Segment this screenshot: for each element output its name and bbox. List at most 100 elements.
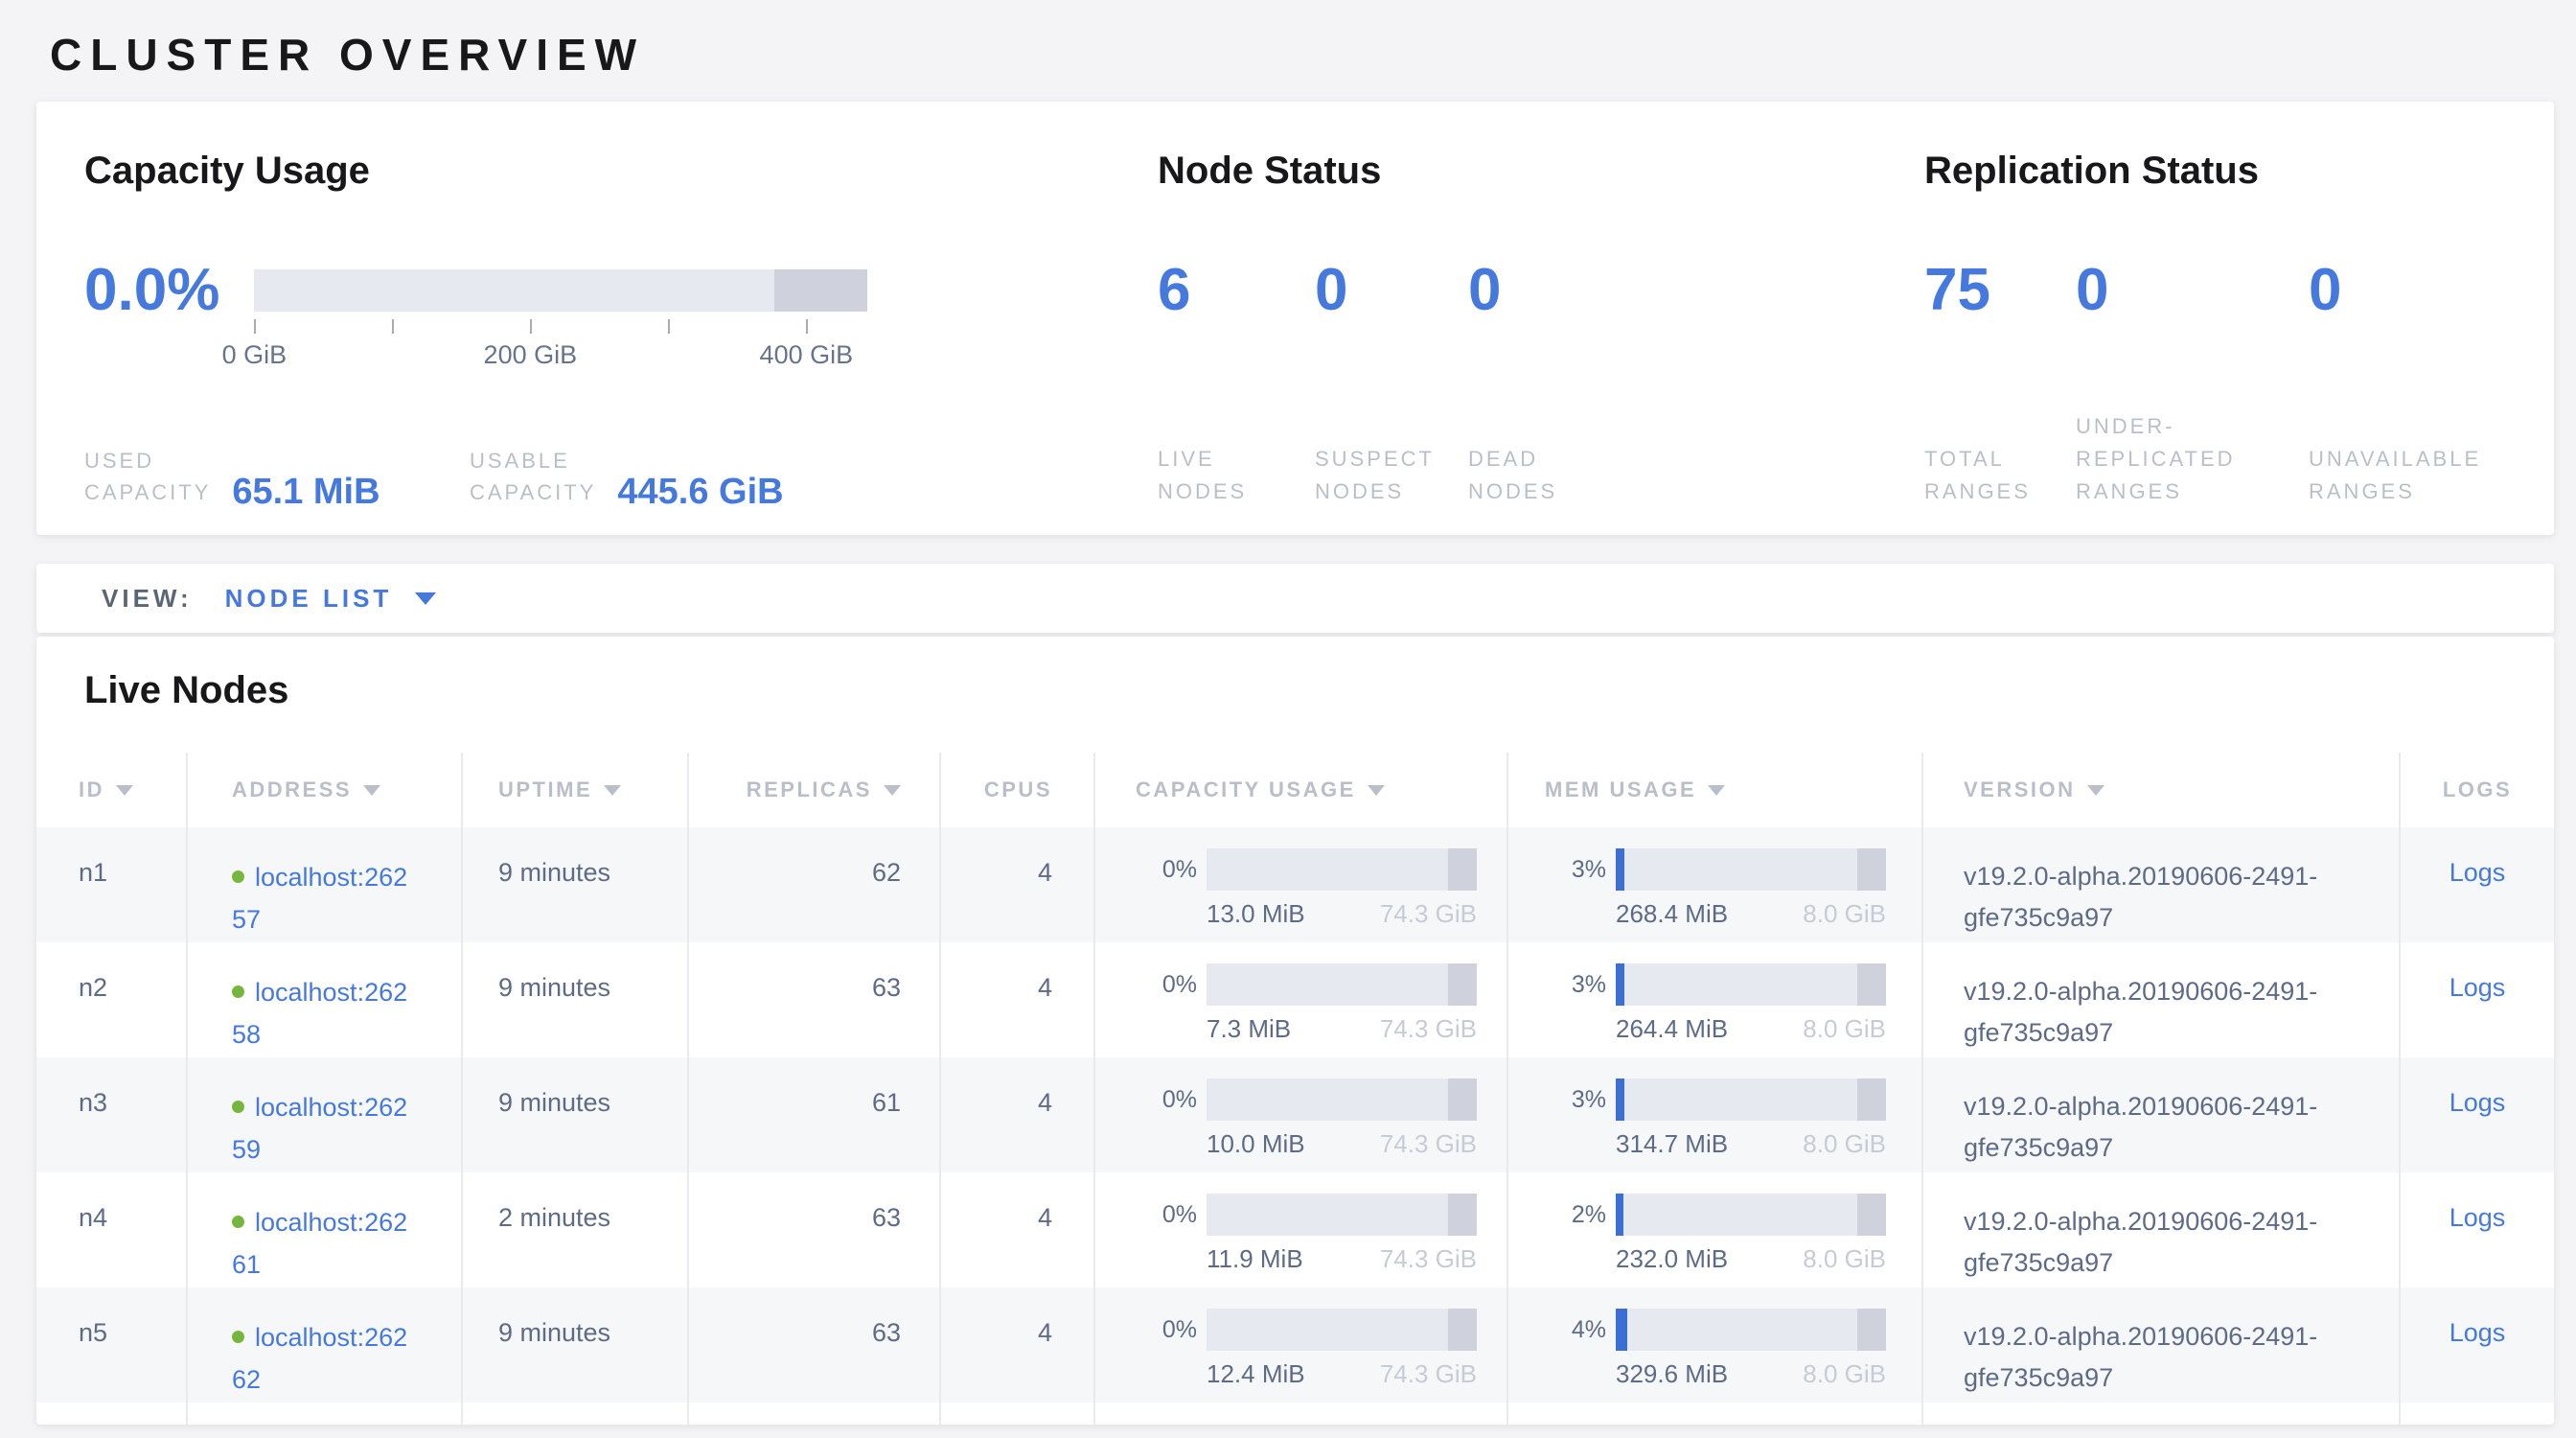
cell-uptime: 9 minutes [463, 827, 689, 942]
cell-empty [36, 1403, 188, 1425]
capacity-usage-percent: 0% [1136, 856, 1197, 884]
cell-empty [689, 1403, 941, 1425]
node-live-dot [232, 1216, 244, 1228]
node-cpus: 4 [1038, 1203, 1052, 1232]
node-address-link[interactable]: localhost:262 59 [232, 1093, 407, 1164]
node-address-link[interactable]: localhost:262 57 [232, 863, 407, 934]
cell-node-id: n2 [36, 942, 188, 1057]
node-id: n2 [79, 973, 107, 1002]
capacity-usage-used-value: 13.0 MiB [1207, 899, 1305, 929]
mem-usage-values: 314.7 MiB8.0 GiB [1616, 1129, 1886, 1159]
axis-tick [806, 319, 808, 334]
replication-status-title: Replication Status [1924, 150, 2516, 193]
used-capacity-stat: USED CAPACITY 65.1 MiB [84, 445, 470, 508]
logs-link[interactable]: Logs [2450, 973, 2506, 1002]
view-selected-value: NODE LIST [225, 584, 393, 614]
capacity-usage-bar-reserved-segment [1448, 848, 1477, 891]
column-header-id[interactable]: ID [36, 753, 188, 827]
table-row: n1localhost:262 579 minutes6240%13.0 MiB… [36, 827, 2554, 942]
cell-address: localhost:262 62 [188, 1287, 463, 1403]
capacity-usage-bar [1207, 1309, 1477, 1351]
node-address-link[interactable]: localhost:262 61 [232, 1208, 407, 1279]
node-version: v19.2.0-alpha.20190606-2491- gfe735c9a97 [1964, 856, 2385, 939]
mem-usage-bar-fill [1616, 1309, 1627, 1351]
mem-usage-percent: 4% [1545, 1316, 1606, 1344]
cell-capacity-usage: 0%11.9 MiB74.3 GiB [1095, 1172, 1508, 1287]
node-cpus: 4 [1038, 1318, 1052, 1347]
mem-usage-bar-fill [1616, 1194, 1623, 1236]
axis-tick-label: 200 GiB [484, 340, 578, 370]
capacity-gauge: 0 GiB200 GiB400 GiB [254, 260, 867, 377]
capacity-usage-total-value: 74.3 GiB [1380, 1244, 1477, 1274]
node-status-stat-label: LIVE NODES [1158, 443, 1315, 508]
column-header-address[interactable]: ADDRESS [188, 753, 463, 827]
capacity-usage-total-value: 74.3 GiB [1380, 1014, 1477, 1044]
capacity-usage-values: 12.4 MiB74.3 GiB [1207, 1359, 1477, 1389]
cell-node-id: n1 [36, 827, 188, 942]
mem-usage-bar-row: 4% [1545, 1309, 1921, 1351]
cell-replicas: 63 [689, 1287, 941, 1403]
column-header-capacity[interactable]: CAPACITY USAGE [1095, 753, 1508, 827]
node-uptime: 9 minutes [498, 858, 610, 887]
logs-link[interactable]: Logs [2450, 1088, 2506, 1117]
mem-usage-bar-reserved-segment [1857, 848, 1886, 891]
used-capacity-value: 65.1 MiB [232, 476, 380, 508]
capacity-usage-title: Capacity Usage [84, 150, 1158, 193]
mem-usage-percent: 3% [1545, 1086, 1606, 1114]
logs-link[interactable]: Logs [2450, 858, 2506, 887]
node-version: v19.2.0-alpha.20190606-2491- gfe735c9a97 [1964, 1201, 2385, 1284]
capacity-usage-bar-reserved-segment [1448, 1194, 1477, 1236]
column-header-version[interactable]: VERSION [1923, 753, 2401, 827]
view-selector[interactable]: NODE LIST [225, 584, 437, 614]
logs-link[interactable]: Logs [2450, 1203, 2506, 1232]
node-version: v19.2.0-alpha.20190606-2491- gfe735c9a97 [1964, 1316, 2385, 1399]
capacity-usage-total-value: 74.3 GiB [1380, 1129, 1477, 1159]
chevron-down-icon [415, 592, 436, 605]
cell-cpus: 4 [941, 1057, 1095, 1172]
replication-status-values: 7500 [1924, 260, 2516, 389]
mem-usage-bar [1616, 848, 1886, 891]
axis-tick [392, 319, 394, 334]
node-status-stat-label: SUSPECT NODES [1315, 443, 1468, 508]
usable-capacity-label: USABLE CAPACITY [470, 445, 596, 508]
node-status-stat-label: DEAD NODES [1468, 443, 1641, 508]
cell-empty [2401, 1403, 2554, 1425]
node-address-link[interactable]: localhost:262 58 [232, 978, 407, 1049]
column-header-uptime[interactable]: UPTIME [463, 753, 689, 827]
cell-empty [1923, 1403, 2401, 1425]
cell-logs: Logs [2401, 942, 2554, 1057]
node-uptime: 9 minutes [498, 1318, 610, 1347]
sort-caret-icon [1708, 785, 1725, 796]
node-uptime: 9 minutes [498, 1088, 610, 1117]
table-row: n5localhost:262 629 minutes6340%12.4 MiB… [36, 1287, 2554, 1403]
table-row: n4localhost:262 612 minutes6340%11.9 MiB… [36, 1172, 2554, 1287]
logs-link[interactable]: Logs [2450, 1318, 2506, 1347]
mem-usage-bar-row: 3% [1545, 1078, 1921, 1121]
cell-empty [941, 1403, 1095, 1425]
node-address-link[interactable]: localhost:262 62 [232, 1323, 407, 1394]
sort-caret-icon [1368, 785, 1385, 796]
mem-usage-bar-reserved-segment [1857, 1078, 1886, 1121]
mem-usage-used-value: 329.6 MiB [1616, 1359, 1728, 1389]
capacity-usage-percent: 0% [1136, 1086, 1197, 1114]
node-cpus: 4 [1038, 1088, 1052, 1117]
cell-empty [1095, 1403, 1508, 1425]
capacity-usage-total-value: 74.3 GiB [1380, 899, 1477, 929]
column-header-replicas[interactable]: REPLICAS [689, 753, 941, 827]
column-header-label: CAPACITY USAGE [1136, 777, 1356, 802]
capacity-usage-used-value: 12.4 MiB [1207, 1359, 1305, 1389]
replication-stat-label: UNAVAILABLE RANGES [2309, 443, 2516, 508]
cell-version: v19.2.0-alpha.20190606-2491- gfe735c9a97 [1923, 942, 2401, 1057]
cell-logs: Logs [2401, 1287, 2554, 1403]
cell-logs: Logs [2401, 1057, 2554, 1172]
axis-tick [530, 319, 532, 334]
mem-usage-total-value: 8.0 GiB [1803, 899, 1886, 929]
replication-stat-label: UNDER- REPLICATED RANGES [2076, 410, 2309, 508]
cell-replicas: 63 [689, 942, 941, 1057]
capacity-usage-values: 10.0 MiB74.3 GiB [1207, 1129, 1477, 1159]
capacity-usage-percent: 0% [1136, 971, 1197, 999]
capacity-usage-bar-row: 0% [1136, 1309, 1506, 1351]
column-header-memory[interactable]: MEM USAGE [1508, 753, 1923, 827]
sort-caret-icon [604, 785, 621, 796]
column-header-label: CPUS [984, 777, 1052, 802]
